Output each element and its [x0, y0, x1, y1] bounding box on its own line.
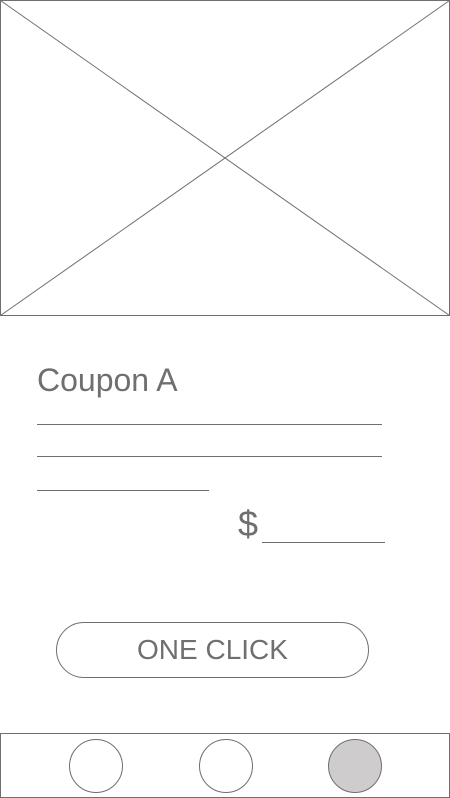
description-line-1	[37, 424, 382, 425]
one-click-button[interactable]: ONE CLICK	[56, 622, 369, 678]
image-placeholder-icon	[0, 0, 450, 316]
description-line-3	[37, 490, 209, 491]
coupon-title: Coupon A	[37, 362, 178, 398]
nav-dot-2[interactable]	[199, 739, 253, 793]
bottom-nav-bar	[0, 733, 450, 798]
nav-dot-3[interactable]	[328, 739, 382, 793]
hero-image-placeholder	[0, 0, 450, 316]
price-value-blank	[262, 542, 385, 543]
price-symbol: $	[238, 503, 259, 544]
description-line-2	[37, 456, 382, 457]
nav-dot-1[interactable]	[69, 739, 123, 793]
price: $	[238, 504, 388, 544]
